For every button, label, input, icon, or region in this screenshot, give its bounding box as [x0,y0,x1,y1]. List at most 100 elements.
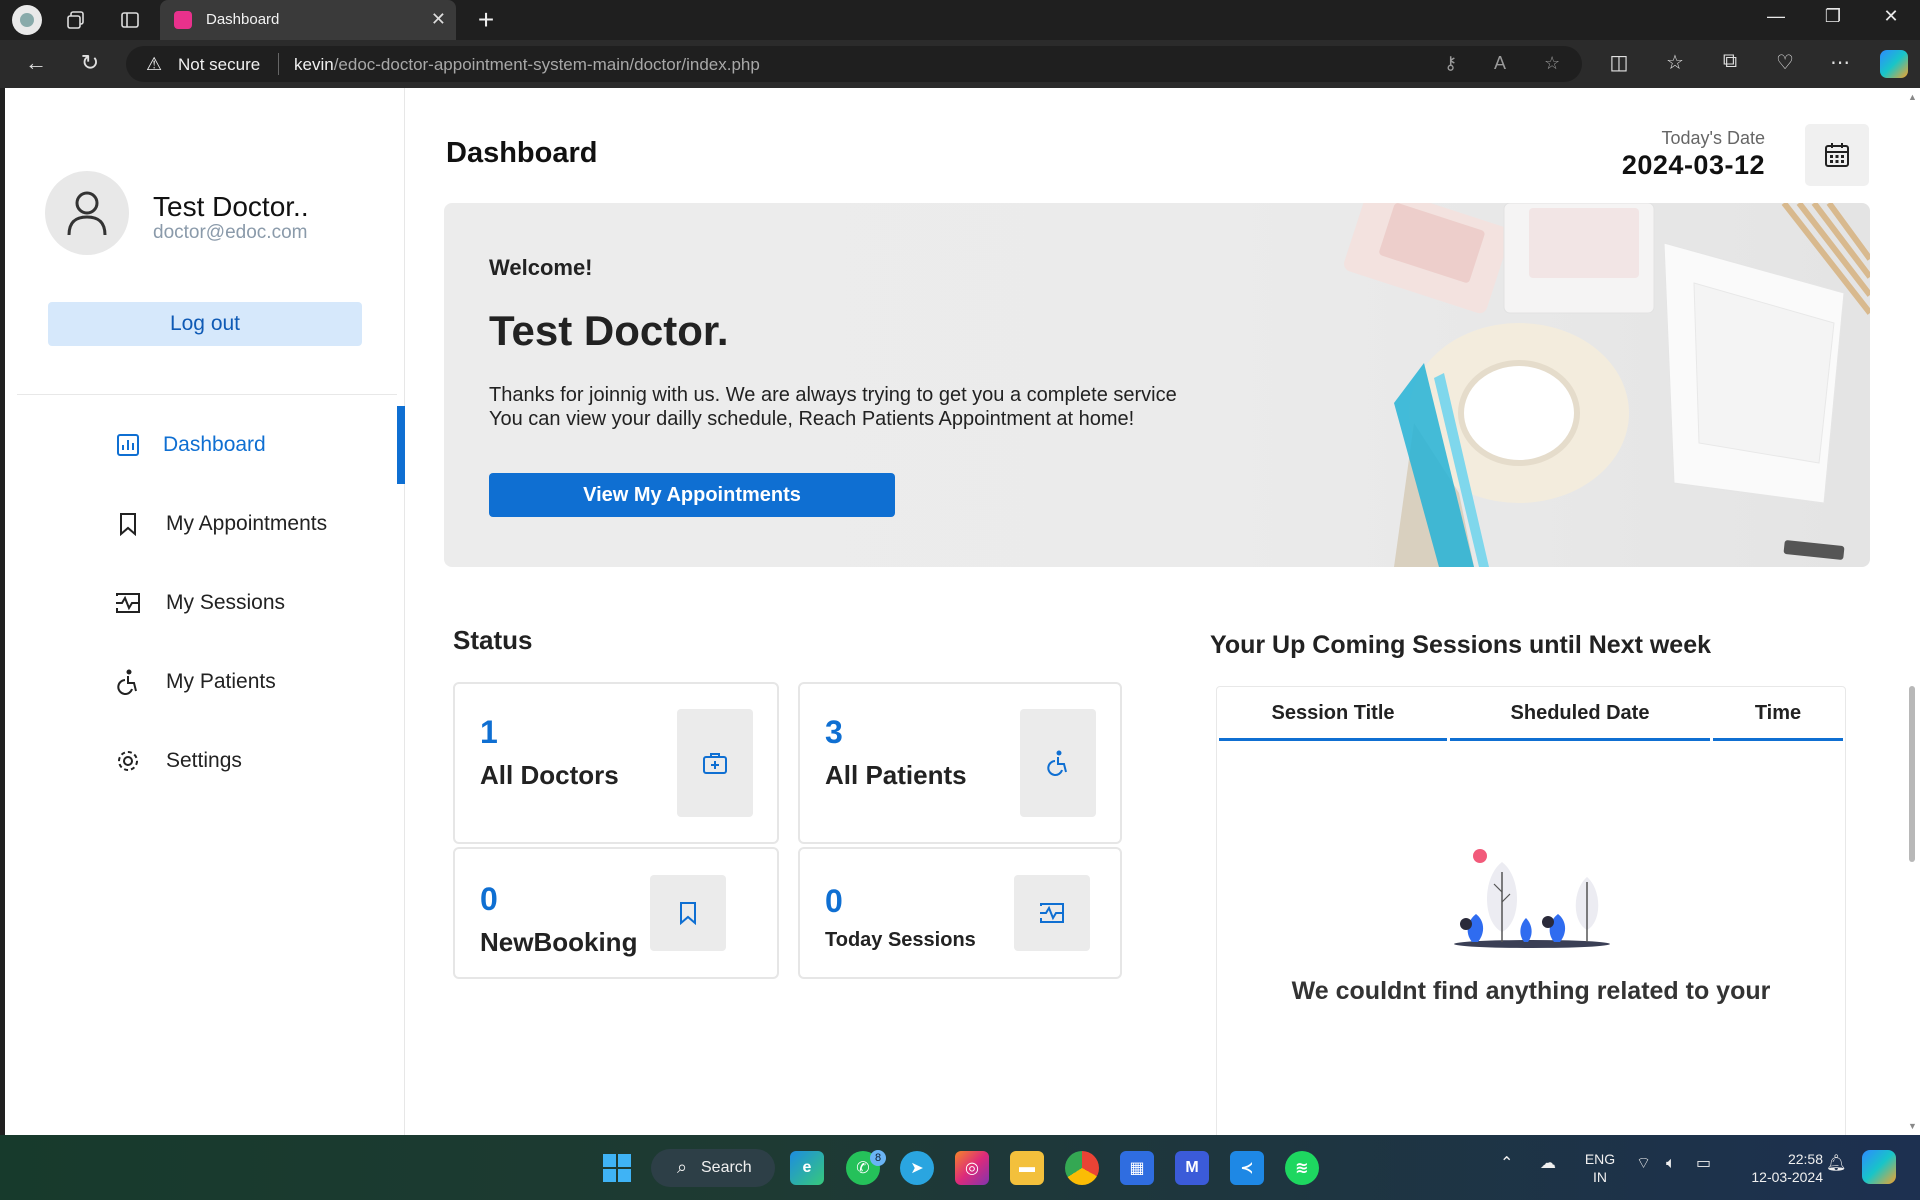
bookmark-icon [115,511,141,537]
workspaces-icon[interactable] [62,6,90,34]
gear-icon [115,748,141,774]
address-bar-row: ← ↻ ⚠ Not secure kevin/edoc-doctor-appoi… [0,40,1920,88]
clock-time: 22:58 [1787,1151,1823,1167]
close-window-icon[interactable]: ✕ [1871,6,1911,27]
sessions-icon [115,590,141,616]
doctor-name: Test Doctor.. [153,191,309,222]
security-label[interactable]: Not secure [178,55,260,75]
url-bar[interactable]: ⚠ Not secure kevin/edoc-doctor-appointme… [126,46,1582,82]
logout-button[interactable]: Log out [48,302,362,346]
favorites-icon[interactable]: ☆ [1660,50,1690,75]
doctor-email: doctor@edoc.com [153,222,308,243]
status-card-doctors[interactable]: 1 All Doctors [453,682,779,844]
taskbar-search-label: Search [701,1159,752,1176]
lang-line: ENG [1584,1151,1616,1167]
tab-close-icon[interactable]: ✕ [431,9,446,30]
copilot-icon[interactable] [1880,50,1908,78]
sidebar-item-patients[interactable]: My Patients [5,643,405,721]
sidebar: Test Doctor.. doctor@edoc.com Log out Da… [5,88,405,1135]
sidebar-item-dashboard[interactable]: Dashboard [5,406,405,484]
start-icon[interactable] [600,1151,634,1185]
welcome-message: Thanks for joinnig with us. We are alway… [489,383,1269,431]
calendar-button[interactable] [1805,124,1869,186]
clock[interactable]: 22:58 12-03-2024 [1733,1150,1823,1186]
table-header-underline [1713,738,1843,741]
store-icon[interactable]: ▦ [1120,1151,1154,1185]
scroll-up-icon[interactable]: ▲ [1908,92,1917,102]
empty-state-message: We couldnt find anything related to your [1291,977,1771,1005]
sidebar-divider [17,394,397,395]
sessions-icon [1014,875,1090,951]
refresh-icon[interactable]: ↻ [74,50,106,76]
page-scrollbar[interactable]: ▲ ▼ [1905,88,1920,1135]
profile-icon[interactable] [12,5,42,35]
tab-dashboard[interactable]: Dashboard ✕ [160,0,456,40]
medical-supplies-image [1344,203,1870,567]
table-header-time: Time [1754,702,1802,724]
welcome-heading: Welcome! [489,255,593,280]
status-card-value: 0 [480,881,498,917]
collections-icon[interactable]: ⧉ [1715,50,1745,73]
empty-state-illustration [1454,849,1610,948]
key-icon[interactable]: ⚷ [1444,53,1457,74]
whatsapp-badge: 8 [870,1150,886,1166]
edge-icon[interactable]: e [790,1151,824,1185]
welcome-banner: Welcome! Test Doctor. Thanks for joinnig… [444,203,1870,567]
read-aloud-icon[interactable]: A [1494,53,1506,74]
notification-bell-icon[interactable]: 🔔︎ [1826,1155,1846,1173]
more-options-icon[interactable]: ⋯ [1825,50,1855,75]
onedrive-icon[interactable]: ☁ [1540,1155,1556,1173]
app-icon[interactable]: M [1175,1151,1209,1185]
medkit-icon [677,709,753,817]
scroll-down-icon[interactable]: ▼ [1908,1121,1917,1131]
page-title: Dashboard [446,137,598,169]
status-card-patients[interactable]: 3 All Patients [798,682,1122,844]
spotify-icon[interactable]: ≋ [1285,1151,1319,1185]
scrollbar-thumb[interactable] [1909,686,1915,862]
sidebar-item-sessions[interactable]: My Sessions [5,564,405,642]
split-screen-icon[interactable]: ◫ [1604,50,1634,75]
new-tab-icon[interactable]: + [470,4,502,36]
table-header-session-title: Session Title [1271,702,1395,724]
wifi-icon[interactable]: ⌔ [1636,1155,1651,1173]
user-icon [67,191,107,236]
telegram-icon[interactable]: ➤ [900,1151,934,1185]
sidebar-item-label: My Patients [166,670,276,693]
patient-icon [115,669,141,695]
view-appointments-button[interactable]: View My Appointments [489,473,895,517]
status-card-label: All Doctors [480,760,619,790]
table-header-scheduled-date: Sheduled Date [1510,702,1650,724]
tab-actions-icon[interactable] [116,6,144,34]
page-viewport: Test Doctor.. doctor@edoc.com Log out Da… [5,88,1905,1135]
welcome-message-line: Thanks for joinnig with us. We are alway… [489,384,1177,406]
volume-icon[interactable]: 🔈︎ [1666,1155,1676,1173]
favorite-star-icon[interactable]: ☆ [1544,53,1560,74]
chrome-icon[interactable] [1065,1151,1099,1185]
status-card-newbooking[interactable]: 0 NewBooking [453,847,779,979]
date-label: Today's Date [1661,128,1766,148]
back-icon[interactable]: ← [20,50,52,76]
welcome-message-line: You can view your dailly schedule, Reach… [489,408,1135,430]
status-card-today-sessions[interactable]: 0 Today Sessions [798,847,1122,979]
browser-essentials-icon[interactable]: ♡ [1770,50,1800,75]
url-text[interactable]: kevin/edoc-doctor-appointment-system-mai… [294,55,760,75]
copilot-taskbar-icon[interactable] [1862,1150,1896,1184]
battery-icon[interactable]: ▭ [1696,1155,1711,1173]
vscode-icon[interactable]: ≺ [1230,1151,1264,1185]
status-card-value: 1 [480,714,498,750]
minimize-icon[interactable]: — [1756,6,1796,27]
main-content: Dashboard Today's Date 2024-03-12 Welcom… [405,88,1905,1135]
sidebar-item-settings[interactable]: Settings [5,722,405,800]
dashboard-icon [115,432,141,458]
url-separator [278,53,279,75]
tray-overflow-icon[interactable]: ⌃ [1500,1155,1513,1173]
instagram-icon[interactable]: ◎ [955,1151,989,1185]
status-card-value: 3 [825,714,843,750]
taskbar-search[interactable]: ⌕ Search [651,1149,775,1187]
language-indicator[interactable]: ENG IN [1578,1150,1622,1186]
file-explorer-icon[interactable]: ▬ [1010,1151,1044,1185]
sidebar-item-appointments[interactable]: My Appointments [5,485,405,563]
warning-icon[interactable]: ⚠ [146,54,162,75]
restore-icon[interactable]: ❐ [1813,6,1853,27]
upcoming-sessions-heading: Your Up Coming Sessions until Next week [1210,631,1712,659]
